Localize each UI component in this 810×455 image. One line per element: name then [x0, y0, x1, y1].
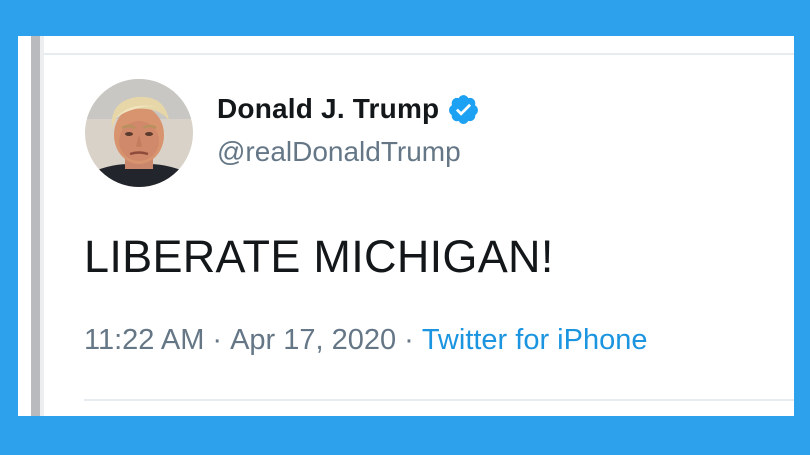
tweet-source-link[interactable]: Twitter for iPhone [422, 324, 648, 356]
meta-separator: · [212, 324, 223, 356]
avatar-image [85, 79, 193, 187]
author-display-name[interactable]: Donald J. Trump [217, 93, 439, 125]
bottom-divider [84, 399, 794, 401]
left-border-edge [40, 36, 44, 416]
left-border-bar [31, 36, 40, 416]
author-handle[interactable]: @realDonaldTrump [217, 136, 461, 168]
author-name-row[interactable]: Donald J. Trump [217, 89, 480, 129]
top-divider [44, 53, 794, 55]
tweet-card: Donald J. Trump @realDonaldTrump LIBERAT… [18, 36, 794, 416]
tweet-date[interactable]: Apr 17, 2020 [230, 324, 396, 356]
tweet-text: LIBERATE MICHIGAN! [84, 231, 554, 282]
avatar[interactable] [85, 79, 193, 187]
tweet-time[interactable]: 11:22 AM [84, 324, 204, 356]
tweet-metadata: 11:22 AM · Apr 17, 2020 · Twitter for iPhone [84, 324, 647, 357]
verified-badge-icon [447, 93, 480, 126]
meta-separator: · [404, 324, 414, 356]
